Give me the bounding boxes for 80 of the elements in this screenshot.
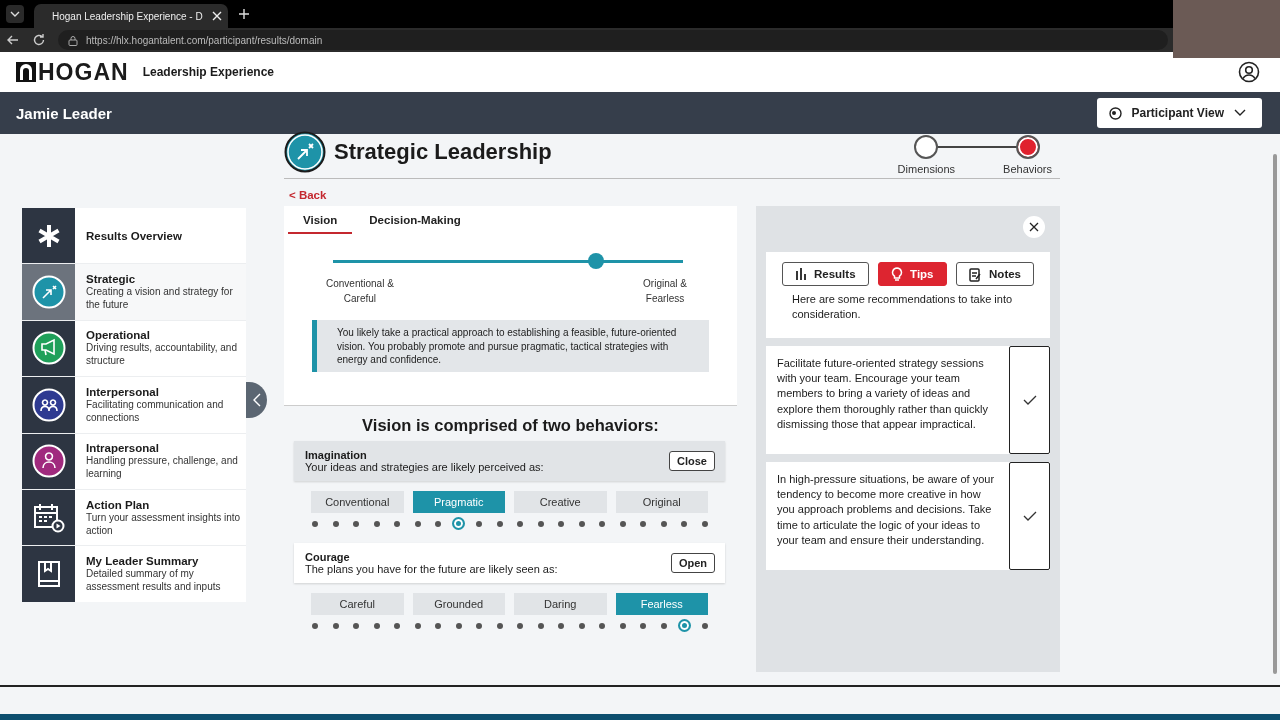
asterisk-icon — [36, 223, 61, 248]
tips-intro: Here are some recommendations to take into consideration. — [792, 292, 1014, 322]
back-link[interactable]: < Back — [289, 189, 1060, 201]
notepad-icon — [969, 266, 983, 282]
toggle-button[interactable]: Open — [670, 553, 715, 573]
nav-item-title: My Leader Summary — [86, 555, 200, 568]
browser-tab[interactable]: Hogan Leadership Experience - D — [34, 4, 228, 28]
close-icon[interactable] — [212, 11, 222, 21]
logo-icon — [16, 62, 36, 82]
chevron-down-icon — [1234, 109, 1246, 117]
tab-list-icon[interactable] — [6, 5, 24, 23]
tip-check-button[interactable] — [1009, 346, 1050, 454]
collapse-handle[interactable] — [246, 382, 267, 418]
new-tab-icon[interactable] — [238, 8, 250, 20]
nav-item-description: Detailed summary of my assessment results and inputs — [86, 567, 222, 594]
notes-tab[interactable]: Notes — [956, 262, 1034, 286]
nav-item-description: Handling pressure, challenge, and learning — [86, 454, 239, 481]
rating-option: Creative — [514, 491, 607, 513]
results-tab[interactable]: Results — [782, 262, 869, 286]
nav-item-description: Facilitating communication and connections — [86, 398, 225, 424]
product-name: Leadership Experience — [142, 65, 274, 79]
behavior-name: Courage — [305, 551, 351, 563]
scale-right-label: Original & Fearless — [643, 277, 687, 306]
nav-item-title: Intrapersonal — [86, 442, 160, 455]
tip-check-button[interactable] — [1009, 462, 1050, 570]
rating-option: Careful — [311, 593, 404, 615]
sidebar-item[interactable]: Results Overview — [22, 208, 246, 264]
lightbulb-icon — [891, 266, 904, 282]
rating-option: Original — [615, 491, 708, 513]
tip-text: Facilitate future-oriented strategy sessions with your team. Encourage your team members to bring a variety of ideas and explore them thoroughly rather than quickly dismissing those that appear impractical. — [776, 356, 989, 432]
dimension-tab[interactable]: Decision-Making — [354, 206, 476, 234]
sidebar-item[interactable]: Interpersonal Facilitating communication and connections — [22, 376, 246, 433]
sidebar-item[interactable]: Intrapersonal Handling pressure, challenge, and learning — [22, 432, 246, 489]
view-dropdown[interactable]: Participant View — [1096, 98, 1262, 128]
nav-item-title: Operational — [86, 329, 151, 342]
reload-icon[interactable] — [32, 33, 46, 47]
sidebar-item[interactable]: Strategic Creating a vision and strategy for the future — [22, 263, 246, 320]
sidebar-item[interactable]: Operational Driving results, accountability, and structure — [22, 319, 246, 377]
nav-item-title: Strategic — [86, 273, 137, 286]
checkmark-icon — [1022, 395, 1037, 405]
participant-name: Jamie Leader — [16, 104, 112, 122]
dimension-tab[interactable]: Vision — [288, 206, 353, 234]
close-button[interactable] — [1023, 216, 1045, 238]
profile-icon[interactable] — [1238, 61, 1260, 83]
sidebar-item[interactable]: My Leader Summary Detailed summary of my assessment results and inputs — [22, 545, 246, 602]
behavior-prompt: The plans you have for the future are likely seen as: — [305, 563, 559, 575]
arrows-icon — [284, 131, 326, 173]
progress-step[interactable]: Behaviors — [1003, 135, 1052, 175]
book-icon — [35, 560, 62, 589]
result-summary: You likely take a practical approach to establishing a feasible, future-oriented vision. You probably promote and pursue pragmatic, tactical strategies with energy and confidence. — [312, 320, 709, 372]
rating-option: Daring — [514, 593, 607, 615]
nav-item-title: Results Overview — [86, 229, 183, 242]
behavior-name: Imagination — [305, 449, 368, 461]
progress-step[interactable]: Dimensions — [897, 135, 956, 175]
rating-option: Pragmatic — [412, 491, 505, 513]
checkmark-icon — [1022, 511, 1037, 521]
nav-item-description: Driving results, accountability, and structure — [86, 341, 238, 368]
sidebar-item[interactable]: Action Plan Turn your assessment insights into action — [22, 488, 246, 546]
bar-chart-icon — [795, 267, 807, 281]
scale-left-label: Conventional & Careful — [326, 277, 394, 306]
nav-item-title: Action Plan — [86, 498, 151, 511]
behavior-prompt: Your ideas and strategies are likely perceived as: — [305, 461, 545, 473]
nav-item-description: Turn your assessment insights into action — [86, 510, 242, 537]
rating-option: Grounded — [412, 593, 505, 615]
tip-text: In high-pressure situations, be aware of your tendency to become more creative in how you approach problems and decisions. Take time to articulate the logic of your ideas to your team and ensure their understanding. — [776, 472, 996, 548]
calendar-icon — [32, 502, 65, 533]
rating-option: Fearless — [615, 593, 708, 615]
nav-item-title: Interpersonal — [86, 385, 160, 398]
rating-option: Conventional — [311, 491, 404, 513]
address-field[interactable]: https://hlx.hogantalent.com/participant/results/domain — [58, 30, 1168, 50]
lock-icon — [68, 34, 78, 46]
nav-item-description: Creating a vision and strategy for the future — [86, 285, 234, 312]
view-icon — [1108, 106, 1122, 120]
toggle-button[interactable]: Close — [669, 451, 715, 471]
back-arrow-icon[interactable] — [6, 33, 20, 47]
tips-tab[interactable]: Tips — [878, 262, 947, 286]
behaviors-heading: Vision is comprised of two behaviors: — [361, 416, 660, 435]
close-icon — [1029, 222, 1039, 232]
page-title: Strategic Leadership — [334, 139, 552, 165]
brand-logo-text: HOGAN — [38, 58, 129, 86]
